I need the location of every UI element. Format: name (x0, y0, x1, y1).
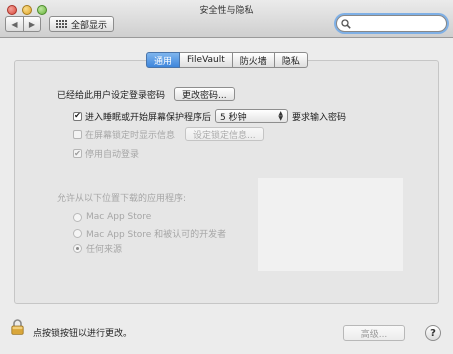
search-icon (341, 18, 351, 29)
auto-login-row: ✔ 停用自动登录 (73, 147, 139, 160)
radio-label: Mac App Store 和被认可的开发者 (86, 230, 227, 240)
search-input[interactable] (351, 17, 445, 30)
grid-icon (56, 20, 67, 28)
updown-arrows-icon: ▲ ▼ (278, 110, 284, 122)
radio-button[interactable] (73, 244, 82, 253)
lock-instruction: 点按锁按钮以进行更改。 (33, 329, 133, 339)
radio-label: 任何来源 (86, 245, 123, 255)
back-button[interactable]: ◀ (5, 16, 23, 32)
disable-auto-login-label: 停用自动登录 (85, 150, 140, 160)
lock-message-label: 在屏幕锁定时显示信息 (85, 130, 176, 141)
radio-mac-app-store[interactable]: Mac App Store (73, 212, 151, 222)
show-all-label: 全部显示 (71, 20, 108, 31)
info-area (258, 178, 403, 271)
require-password-label: 进入睡眠或开始屏幕保护程序后 (85, 112, 212, 123)
chevron-left-icon: ◀ (11, 19, 18, 29)
change-password-button[interactable]: 更改密码... (174, 87, 235, 101)
tab-general[interactable]: 通用 (146, 52, 181, 68)
radio-button[interactable] (73, 212, 82, 222)
radio-identified-developers[interactable]: Mac App Store 和被认可的开发者 (73, 227, 226, 240)
chevron-right-icon: ▶ (28, 19, 36, 29)
tab-privacy[interactable]: 隐私 (274, 52, 308, 68)
password-set-text: 已经给此用户设定登录密码 (57, 90, 166, 101)
password-row: 已经给此用户设定登录密码 更改密码... (57, 87, 235, 101)
lock-message-row: 在屏幕锁定时显示信息 设定锁定信息... (73, 127, 264, 141)
advanced-button[interactable]: 高级... (343, 325, 405, 341)
require-password-row: ✔ 进入睡眠或开始屏幕保护程序后 5 秒钟 ▲ ▼ 要求输入密码 (73, 109, 346, 123)
general-panel: 已经给此用户设定登录密码 更改密码... ✔ 进入睡眠或开始屏幕保护程序后 5 … (14, 60, 439, 304)
lock-icon[interactable] (11, 319, 24, 335)
password-delay-value: 5 秒钟 (220, 112, 247, 123)
history-nav: ◀ ▶ (5, 16, 41, 32)
tab-filevault[interactable]: FileVault (180, 52, 233, 68)
lock-message-checkbox[interactable] (73, 129, 82, 139)
disable-auto-login-checkbox[interactable]: ✔ (73, 149, 82, 158)
password-delay-select[interactable]: 5 秒钟 ▲ ▼ (215, 109, 289, 123)
set-lock-message-button[interactable]: 设定锁定信息... (185, 127, 264, 141)
help-button[interactable]: ? (425, 325, 441, 341)
require-password-checkbox[interactable]: ✔ (73, 111, 82, 121)
radio-anywhere[interactable]: 任何来源 (73, 242, 122, 255)
radio-button[interactable] (73, 229, 82, 238)
require-password-suffix: 要求输入密码 (292, 112, 347, 123)
search-field[interactable] (336, 15, 447, 32)
radio-label: Mac App Store (86, 212, 152, 222)
show-all-button[interactable]: 全部显示 (49, 16, 115, 32)
allow-apps-heading: 允许从以下位置下载的应用程序: (57, 194, 187, 204)
window-titlebar: 安全性与隐私 ◀ ▶ 全部显示 (0, 0, 453, 38)
tab-firewall[interactable]: 防火墙 (232, 52, 275, 68)
tab-bar: 通用 FileVault 防火墙 隐私 (146, 52, 308, 68)
forward-button[interactable]: ▶ (23, 16, 41, 32)
